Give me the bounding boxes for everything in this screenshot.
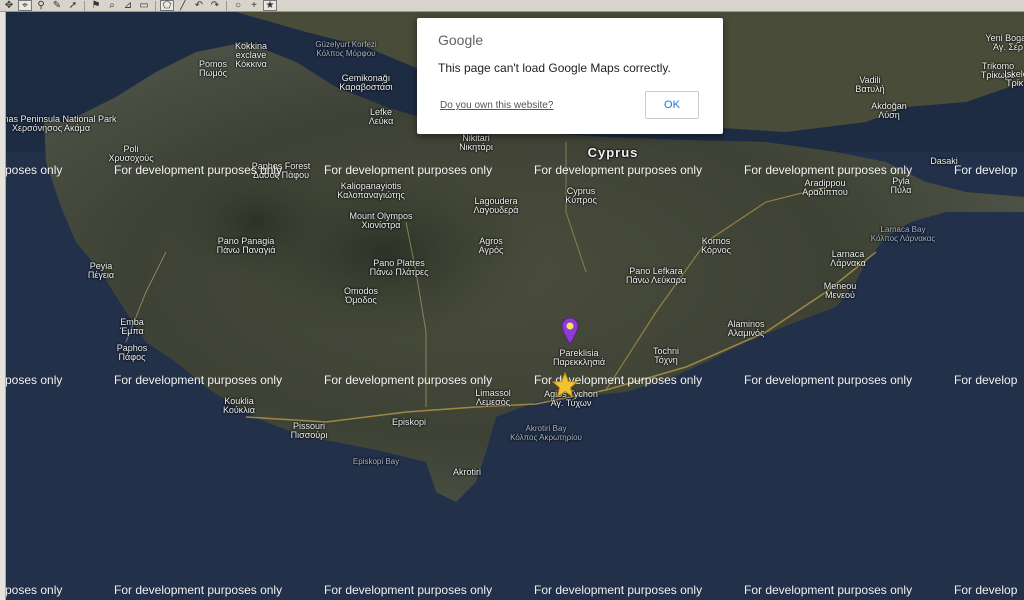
watermark-text: For development purposes only (324, 583, 493, 597)
place-label: Kokkina exclave Κόκκινα (234, 41, 268, 69)
circle-icon[interactable]: ○ (231, 0, 245, 11)
place-label: Lagoudera Λαγουδερά (473, 196, 519, 215)
place-label: Meneou Μενεού (823, 281, 857, 300)
place-label: Kouklia Κούκλια (222, 396, 256, 415)
place-label: Agros Αγρός (478, 236, 504, 255)
place-label: Tochni Τόχνη (652, 346, 680, 365)
polygon-icon[interactable]: ⬠ (160, 0, 174, 11)
place-label: Akrotiri Bay Κόλπος Ακρωτηρίου (510, 424, 582, 442)
select-icon[interactable]: ▭ (137, 0, 151, 11)
place-label: Lefke Λεύκα (368, 107, 394, 126)
place-label: Güzelyurt Korfezi Κόλπος Μόρφου (315, 40, 377, 58)
star-icon[interactable]: ★ (263, 0, 277, 11)
place-label: Pano Lefkara Πάνω Λεύκαρα (625, 266, 687, 285)
zoom-icon[interactable]: ⌕ (105, 0, 119, 11)
tools-icon[interactable]: ✎ (50, 0, 64, 11)
error-message: This page can't load Google Maps correct… (438, 61, 671, 75)
place-label: Omodos Όμοδος (343, 286, 379, 305)
place-label: Episkopi (391, 417, 427, 427)
watermark-text: For develop (954, 373, 1018, 387)
move-icon[interactable]: ➚ (66, 0, 80, 11)
ruler-icon[interactable]: ⊿ (121, 0, 135, 11)
watermark-text: For development purposes only (114, 373, 283, 387)
place-label: Mount Olympos Χιονίστρα (349, 211, 413, 230)
watermark-text: For development purposes only (744, 163, 913, 177)
place-label: Cyprus Κύπρος (565, 186, 597, 205)
watermark-text: For development purposes only (744, 373, 913, 387)
place-label: Pareklisia Παρεκκλησιά (552, 348, 606, 367)
place-label: Pano Platres Πάνω Πλάτρες (369, 258, 429, 277)
place-label: Larnaca Bay Κόλπος Λάρνακας (870, 225, 936, 243)
place-label: Akdoğan Λύση (871, 101, 907, 120)
line-icon[interactable]: ╱ (176, 0, 190, 11)
watermark-text: For development purposes only (744, 583, 913, 597)
place-label: Pyla Πύλα (890, 176, 912, 195)
location-pin-icon[interactable] (561, 317, 579, 345)
place-label: Alaminos Αλαμινός (727, 319, 765, 338)
undo-icon[interactable]: ↶ (192, 0, 206, 11)
own-website-link[interactable]: Do you own this website? (440, 100, 553, 111)
place-label: Pomos Πωμός (198, 59, 228, 78)
place-label: Limassol Λεμεσός (475, 388, 511, 407)
place-label: Kornos Κόρνος (701, 236, 731, 255)
place-label: Yeni Bogaz Άγ. Σέρ (985, 33, 1024, 52)
toolbar-separator (226, 0, 227, 11)
place-label: Peyia Πέγεια (87, 261, 115, 280)
place-label: Pano Panagia Πάνω Παναγιά (216, 236, 276, 255)
toolbar-separator (84, 0, 85, 11)
map-toolbar: ✥ ⌖ ⚲ ✎ ➚ ⚑ ⌕ ⊿ ▭ ⬠ ╱ ↶ ↷ ○ + ★ (0, 0, 1024, 12)
place-label: Paphos Πάφος (116, 343, 148, 362)
flag-icon[interactable]: ⚑ (89, 0, 103, 11)
watermark-text: For development purposes only (324, 373, 493, 387)
watermark-text: For development purposes only (534, 163, 703, 177)
place-label: Aradippou Αραδίππου (802, 178, 848, 197)
watermark-text: For development purposes only (114, 163, 283, 177)
place-label: Vadili Βατυλή (855, 75, 885, 94)
marker-icon[interactable]: ⚲ (34, 0, 48, 11)
watermark-text: rposes only (6, 163, 63, 177)
place-label: Larnaca Λάρνακα (830, 249, 866, 268)
watermark-text: For development purposes only (114, 583, 283, 597)
maps-error-dialog: Google This page can't load Google Maps … (417, 18, 723, 134)
crosshair-icon[interactable]: + (247, 0, 261, 11)
place-label: Emba Έμπα (120, 317, 144, 336)
watermark-text: For development purposes only (324, 163, 493, 177)
google-logo: Google (438, 32, 484, 48)
pan-icon[interactable]: ✥ (2, 0, 16, 11)
place-label: Kaliopanayiotis Καλοπαναγιώτης (337, 181, 405, 200)
watermark-text: For develop (954, 583, 1018, 597)
star-marker-icon[interactable] (552, 372, 578, 398)
place-label: Episkopi Bay (352, 457, 400, 466)
ok-button[interactable]: OK (645, 91, 699, 119)
watermark-text: rposes only (6, 583, 63, 597)
place-label: Akrotiri (452, 467, 482, 477)
watermark-text: For development purposes only (534, 583, 703, 597)
place-label: Pissouri Πισσούρι (290, 421, 328, 440)
watermark-text: rposes only (6, 373, 63, 387)
place-label: Nikitari Νικητάρι (459, 133, 493, 152)
redo-icon[interactable]: ↷ (208, 0, 222, 11)
country-label: Cyprus (587, 145, 639, 160)
pin-icon[interactable]: ⌖ (18, 0, 32, 11)
place-label: Iskele Τρίκ. (1004, 69, 1024, 88)
watermark-text: For develop (954, 163, 1018, 177)
toolbar-separator (155, 0, 156, 11)
place-label: Gemikonağı Καραβοστάσι (339, 73, 393, 92)
place-label: Akamas Peninsula National Park Χερσόνησο… (6, 114, 117, 133)
place-label: Poli Χρυσοχούς (108, 144, 154, 163)
